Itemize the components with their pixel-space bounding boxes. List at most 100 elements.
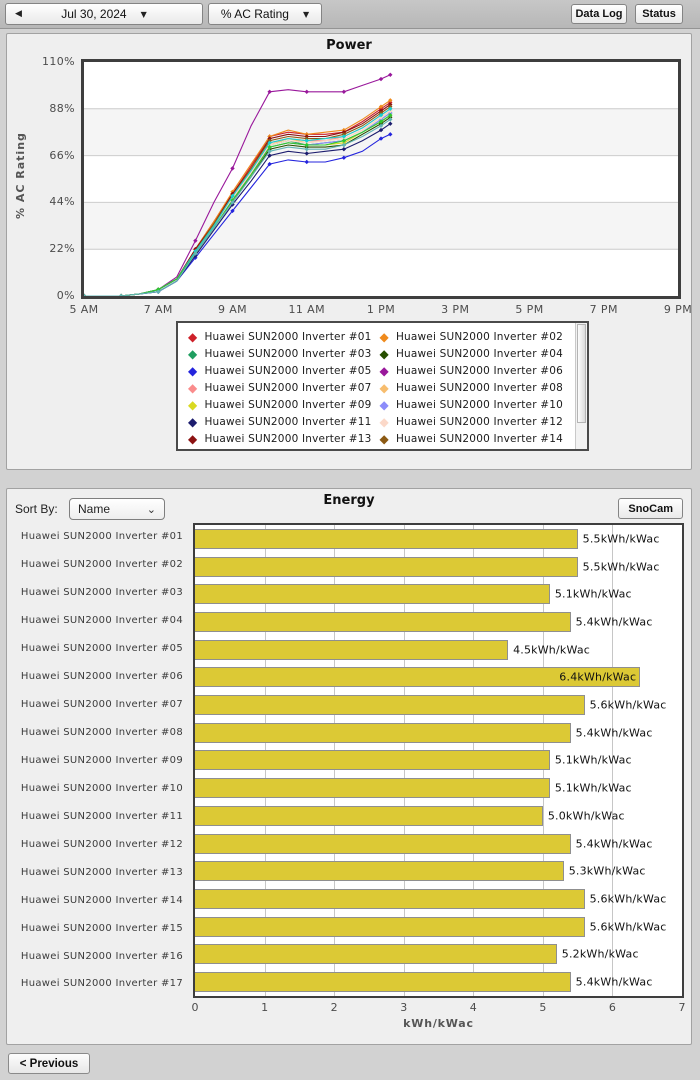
metric-value: % AC Rating [220, 7, 289, 21]
legend-label: Huawei SUN2000 Inverter #14 [395, 432, 564, 445]
legend-item: ◆ Huawei SUN2000 Inverter #13 [188, 430, 380, 447]
energy-bar [195, 833, 571, 854]
energy-bar [195, 861, 564, 882]
legend-item: ◆ Huawei SUN2000 Inverter #04 [380, 345, 572, 362]
legend-marker-icon: ◆ [379, 329, 389, 344]
power-x-tick: 9 PM [663, 303, 693, 316]
legend-item: ◆ Huawei SUN2000 Inverter #07 [188, 379, 380, 396]
energy-bar-row: 5.1kWh/kWac [195, 747, 682, 775]
energy-bar-value: 5.1kWh/kWac [554, 781, 632, 795]
legend-item: ◆ Huawei SUN2000 Inverter #09 [188, 396, 380, 413]
legend-label: Huawei SUN2000 Inverter #09 [204, 398, 372, 411]
previous-button[interactable]: < Previous [8, 1053, 90, 1074]
legend-scrollbar[interactable] [575, 323, 587, 449]
legend-label: Huawei SUN2000 Inverter #03 [204, 347, 372, 360]
legend-item: ◆ Huawei SUN2000 Inverter #06 [380, 362, 572, 379]
energy-row-label: Huawei SUN2000 Inverter #03 [20, 587, 183, 599]
energy-bar-value: 5.4kWh/kWac [575, 615, 653, 629]
energy-x-tick: 7 [678, 1001, 686, 1014]
power-x-tick: 9 AM [217, 303, 248, 316]
energy-row-label: Huawei SUN2000 Inverter #09 [20, 754, 183, 766]
legend-marker-icon: ◆ [379, 397, 389, 412]
energy-bar [195, 556, 578, 577]
snocam-button[interactable]: SnoCam [618, 498, 683, 519]
energy-bar-value: 5.2kWh/kWac [561, 947, 639, 961]
energy-row-label: Huawei SUN2000 Inverter #07 [20, 699, 183, 711]
legend-item: ◆ Huawei SUN2000 Inverter #05 [188, 362, 380, 379]
legend-item: ◆ Huawei SUN2000 Inverter #14 [380, 430, 572, 447]
power-series [84, 72, 393, 296]
energy-bar-row: 5.6kWh/kWac [195, 913, 682, 941]
energy-bar-row: 5.0kWh/kWac [195, 802, 682, 830]
data-log-button[interactable]: Data Log [571, 4, 627, 24]
energy-row-label: Huawei SUN2000 Inverter #13 [20, 866, 183, 878]
energy-bar-row: 5.1kWh/kWac [195, 580, 682, 608]
legend-marker-icon: ◆ [379, 380, 389, 395]
legend-item: ◆ Huawei SUN2000 Inverter #11 [188, 413, 380, 430]
energy-row-label: Huawei SUN2000 Inverter #06 [20, 671, 183, 683]
previous-day-arrow-icon[interactable]: ◀ [15, 9, 22, 19]
metric-dropdown[interactable]: % AC Rating ▼ [208, 3, 322, 25]
energy-row-label: Huawei SUN2000 Inverter #17 [20, 978, 183, 990]
energy-bar-value: 5.4kWh/kWac [575, 726, 653, 740]
energy-bar [195, 972, 571, 993]
legend-label: Huawei SUN2000 Inverter #05 [204, 364, 372, 377]
power-marker [267, 89, 272, 94]
energy-bar-value: 6.4kWh/kWac [559, 670, 637, 684]
energy-bar-row: 5.3kWh/kWac [195, 857, 682, 885]
legend-item: ◆ Huawei SUN2000 Inverter #03 [188, 345, 380, 362]
energy-title: Energy [323, 493, 375, 508]
power-x-tick: 5 PM [515, 303, 544, 316]
energy-bar [195, 722, 571, 743]
energy-bar [195, 695, 585, 716]
energy-bar-row: 5.5kWh/kWac [195, 525, 682, 553]
power-x-tick: 3 PM [441, 303, 470, 316]
energy-bar-value: 5.1kWh/kWac [554, 587, 632, 601]
power-marker [230, 166, 235, 171]
energy-row-label: Huawei SUN2000 Inverter #05 [20, 643, 183, 655]
energy-panel: Sort By: Name ⌄ Energy SnoCam Huawei SUN… [6, 488, 692, 1045]
legend-item: ◆ Huawei SUN2000 Inverter #02 [380, 328, 572, 345]
power-y-tick: 88% [49, 101, 75, 115]
energy-bar-row: 5.4kWh/kWac [195, 719, 682, 747]
energy-bar-value: 5.6kWh/kWac [589, 892, 667, 906]
power-panel: Power % AC Rating 0% 22% 44% 66% 88% 110% 5 A… [6, 33, 692, 470]
legend-marker-icon: ◆ [379, 414, 389, 429]
power-marker [304, 89, 309, 94]
energy-x-tick: 1 [261, 1001, 269, 1014]
status-button[interactable]: Status [635, 4, 683, 24]
legend-marker-icon: ◆ [188, 329, 198, 344]
energy-row-label: Huawei SUN2000 Inverter #16 [20, 950, 183, 962]
legend-marker-icon: ◆ [188, 363, 198, 378]
energy-bar-value: 5.1kWh/kWac [554, 753, 632, 767]
legend-label: Huawei SUN2000 Inverter #01 [204, 330, 372, 343]
power-line-chart [84, 72, 678, 296]
energy-row-label: Huawei SUN2000 Inverter #14 [20, 894, 183, 906]
energy-bar [195, 805, 543, 826]
toolbar: ◀ Jul 30, 2024 ▼ % AC Rating ▼ Data Log … [0, 0, 700, 29]
energy-row-label: Huawei SUN2000 Inverter #10 [20, 782, 183, 794]
date-nav-dropdown[interactable]: ◀ Jul 30, 2024 ▼ [5, 3, 203, 25]
energy-row-label: Huawei SUN2000 Inverter #04 [20, 615, 183, 627]
energy-bar-value: 5.3kWh/kWac [568, 864, 646, 878]
legend-label: Huawei SUN2000 Inverter #11 [204, 415, 372, 428]
power-plot-area [81, 59, 681, 299]
energy-x-tick: 2 [330, 1001, 338, 1014]
energy-row-label: Huawei SUN2000 Inverter #08 [20, 727, 183, 739]
energy-bar-value: 5.6kWh/kWac [589, 920, 667, 934]
energy-row-label: Huawei SUN2000 Inverter #11 [20, 810, 183, 822]
power-y-tick: 0% [56, 289, 75, 302]
energy-row-label: Huawei SUN2000 Inverter #15 [20, 922, 183, 934]
power-x-tick: 7 AM [143, 303, 173, 316]
legend-label: Huawei SUN2000 Inverter #04 [395, 347, 564, 360]
energy-x-tick: 0 [191, 1001, 199, 1014]
energy-plot-area: 5.5kWh/kWac 5.5kWh/kWac 5.1kWh/kWac 5.4kWh/… [193, 523, 684, 998]
power-y-tick: 110% [41, 55, 75, 68]
power-y-axis-title: % AC Rating [14, 132, 27, 220]
energy-bar [195, 916, 585, 937]
legend-marker-icon: ◆ [188, 346, 198, 361]
power-marker [118, 293, 124, 296]
legend-item: ◆ Huawei SUN2000 Inverter #12 [380, 413, 572, 430]
legend-scrollbar-thumb[interactable] [577, 324, 586, 424]
energy-bar-value: 5.4kWh/kWac [575, 975, 653, 989]
